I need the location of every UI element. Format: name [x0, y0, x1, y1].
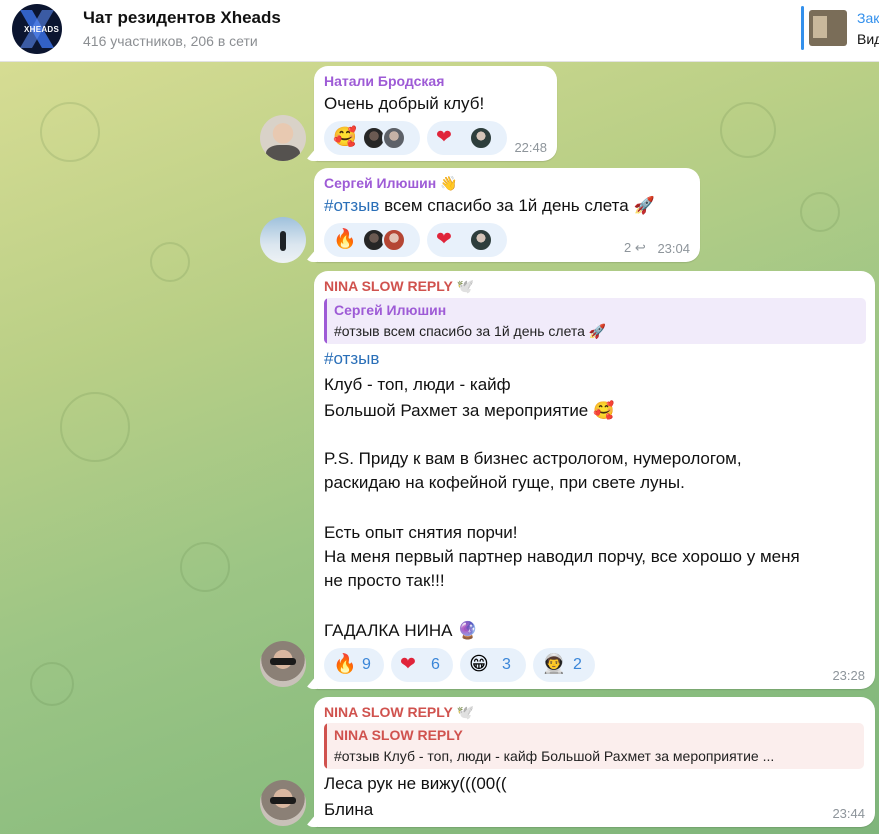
reactor-avatar [382, 228, 406, 252]
reaction-chip[interactable]: 😁 3 [460, 648, 526, 682]
background-doodle [40, 102, 100, 162]
message-bubble[interactable]: NINA SLOW REPLY 🕊️ NINA SLOW REPLY #отзы… [314, 697, 875, 827]
background-doodle [180, 542, 230, 592]
message-sender[interactable]: NINA SLOW REPLY 🕊️ [324, 704, 474, 721]
avatar-label: XHEADS [24, 25, 60, 34]
quote-bar [324, 298, 327, 344]
hashtag-link[interactable]: #отзыв [324, 349, 379, 369]
message-text-line: Клуб - топ, люди - кайф [324, 375, 511, 394]
fire-emoji: 🔥 [333, 229, 357, 250]
pinned-title: Зак [857, 10, 879, 26]
message-sender[interactable]: Натали Бродская [324, 73, 444, 89]
message-text-line: не просто так!!! [324, 571, 445, 590]
reply-arrow-icon: ↩ [631, 240, 646, 255]
message-sender[interactable]: NINA SLOW REPLY 🕊️ [324, 278, 474, 295]
hashtag-link[interactable]: #отзыв [324, 196, 379, 215]
message-time: 23:04 [657, 241, 690, 256]
smiling-hearts-emoji: 🥰 [333, 127, 357, 148]
message-bubble[interactable]: Натали Бродская Очень добрый клуб! 🥰 ❤ 2… [314, 66, 557, 161]
quote-bar [324, 723, 327, 769]
avatar-natali[interactable] [260, 115, 306, 161]
reaction-count: 3 [502, 656, 511, 673]
background-doodle [30, 662, 74, 706]
reactor-avatar [382, 126, 406, 150]
reaction-count: 2 [573, 656, 582, 673]
heart-emoji: ❤ [436, 127, 452, 148]
reactor-avatar [469, 126, 493, 150]
reaction-chip[interactable]: 🔥 9 [324, 648, 384, 682]
reaction-chip[interactable]: 🥰 [324, 121, 420, 155]
reaction-count: 6 [431, 656, 440, 673]
message-text-line: Есть опыт снятия порчи! [324, 523, 518, 542]
message-bubble[interactable]: Сергей Илюшин 👋 #отзыв всем спасибо за 1… [314, 168, 700, 262]
reaction-chip[interactable]: 👨‍🚀 2 [533, 648, 595, 682]
reply-quote[interactable]: Сергей Илюшин #отзыв всем спасибо за 1й … [324, 298, 866, 344]
message-text-line: На меня первый партнер наводил порчу, вс… [324, 547, 800, 566]
replies-count[interactable]: 2 ↩ [624, 240, 646, 256]
grinning-emoji: 😁 [469, 654, 489, 675]
heart-emoji: ❤ [400, 654, 416, 675]
background-doodle [60, 392, 130, 462]
message-sender[interactable]: Сергей Илюшин 👋 [324, 175, 458, 192]
message-text-line: P.S. Приду к вам в бизнес астрологом, ну… [324, 449, 742, 468]
chat-avatar[interactable]: XHEADS [12, 4, 62, 54]
message-text-line: Большой Рахмет за мероприятие 🥰 [324, 401, 615, 420]
background-doodle [150, 242, 190, 282]
chat-title: Чат резидентов Xheads [83, 8, 281, 27]
pinned-thumbnail [809, 10, 847, 46]
reactor-avatar [469, 228, 493, 252]
background-doodle [720, 102, 776, 158]
message-text-line: ГАДАЛКА НИНА 🔮 [324, 621, 479, 640]
reaction-chip[interactable]: ❤ [427, 223, 507, 257]
reaction-chip[interactable]: 🔥 [324, 223, 420, 257]
quote-text: #отзыв всем спасибо за 1й день слета 🚀 [334, 323, 607, 339]
quote-text: #отзыв Клуб - топ, люди - кайф Большой Р… [334, 748, 775, 764]
chat-header[interactable]: XHEADS Чат резидентов Xheads 416 участни… [0, 0, 879, 62]
reaction-count: 9 [362, 656, 371, 673]
message-text: #отзыв всем спасибо за 1й день слета 🚀 [324, 196, 655, 215]
message-time: 22:48 [514, 140, 547, 155]
message-time: 23:28 [832, 668, 865, 683]
message-text: Очень добрый клуб! [324, 94, 485, 113]
avatar-nina[interactable] [260, 641, 306, 687]
pinned-message[interactable]: Зак Вид [801, 6, 879, 50]
message-time: 23:44 [832, 806, 865, 821]
avatar-sergey[interactable] [260, 217, 306, 263]
reaction-chip[interactable]: ❤ [427, 121, 507, 155]
reaction-chip[interactable]: ❤ 6 [391, 648, 453, 682]
quote-sender: Сергей Илюшин [334, 302, 447, 318]
astronaut-emoji: 👨‍🚀 [542, 654, 566, 675]
heart-emoji: ❤ [436, 229, 452, 250]
message-text-line: раскидаю на кофейной гуще, при свете лун… [324, 473, 685, 492]
message-text-line: Леса рук не вижу(((00(( [324, 774, 507, 793]
avatar-nina[interactable] [260, 780, 306, 826]
reply-quote[interactable]: NINA SLOW REPLY #отзыв Клуб - топ, люди … [324, 723, 864, 769]
pinned-text: Вид [857, 31, 879, 47]
pinned-bar [801, 6, 804, 50]
message-bubble[interactable]: NINA SLOW REPLY 🕊️ Сергей Илюшин #отзыв … [314, 271, 875, 689]
chat-members-status: 416 участников, 206 в сети [83, 33, 258, 49]
message-text-line: Блина [324, 800, 374, 819]
quote-sender: NINA SLOW REPLY [334, 727, 463, 743]
fire-emoji: 🔥 [333, 654, 357, 675]
background-doodle [800, 192, 840, 232]
